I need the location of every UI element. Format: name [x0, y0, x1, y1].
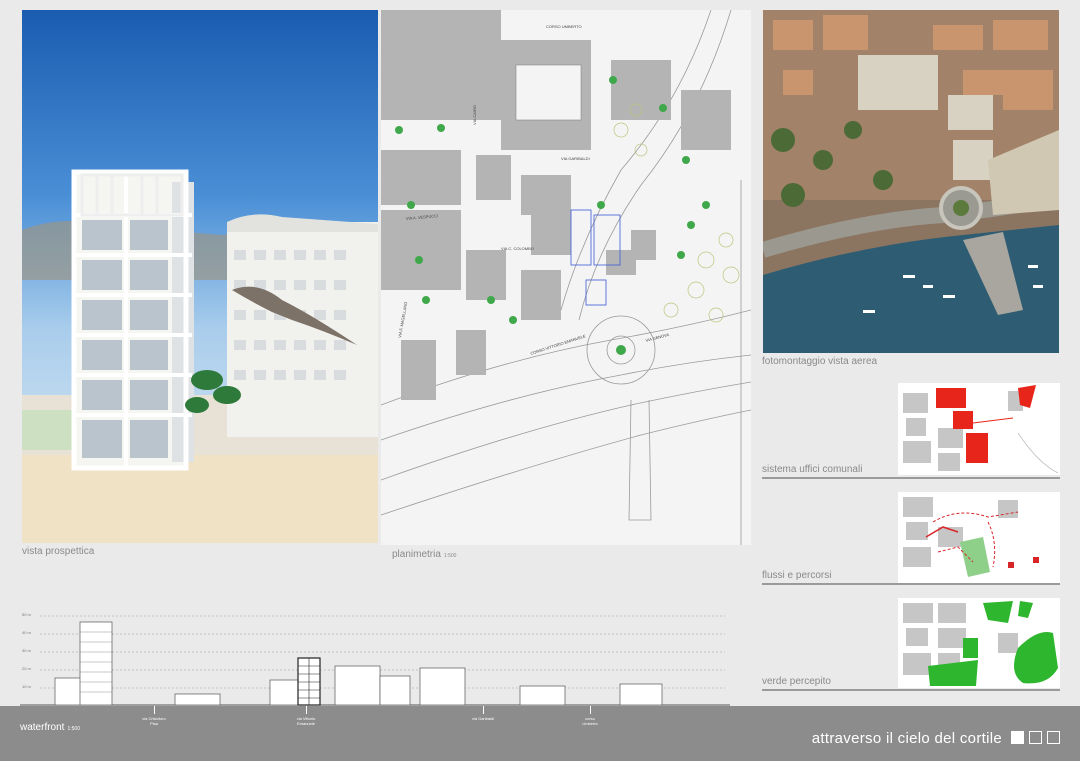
- street-label-2: via Vittorio Emanuele: [296, 716, 316, 726]
- height-label-20: 20 m: [22, 666, 31, 671]
- street-tick-2: [306, 706, 307, 714]
- perspective-image: [22, 10, 378, 543]
- section-caption: waterfront 1:500: [20, 722, 80, 733]
- aerial-photo: [763, 10, 1059, 353]
- height-label-30: 30 m: [22, 648, 31, 653]
- green-caption: verde percepito: [762, 676, 831, 687]
- height-label-40: 40 m: [22, 630, 31, 635]
- street-label-4: corso Umberto: [582, 716, 598, 726]
- section-drawing: [20, 615, 730, 706]
- section-caption-text: waterfront: [20, 722, 65, 733]
- street-label-1: via Cristoforo Pisa: [142, 716, 166, 726]
- flows-divider: [762, 583, 1060, 585]
- street-tick-3: [483, 706, 484, 714]
- perspective-render: [22, 10, 378, 543]
- height-label-10: 10 m: [22, 684, 31, 689]
- project-title: attraverso il cielo del cortile: [811, 730, 1002, 747]
- street-label-3: via Garibaldi: [471, 716, 495, 721]
- offices-map: [898, 383, 1060, 475]
- tower: [71, 169, 194, 471]
- plan-caption-text: planimetria: [392, 549, 441, 560]
- green-map: [898, 598, 1060, 688]
- site-plan-drawing: CORSO UMBERTOVIA GARIBALDIVIA A. VESPUCC…: [381, 10, 751, 545]
- street-tick-4: [590, 706, 591, 714]
- height-label-50: 50 m: [22, 612, 31, 617]
- plan-caption: planimetria 1:500: [392, 549, 456, 560]
- footer-bar: waterfront 1:500 via Cristoforo Pisa via …: [0, 706, 1080, 761]
- page-indicator-1: [1011, 731, 1024, 744]
- flows-diagram: [898, 492, 1060, 584]
- plan-street-label: VIA CAIRO: [472, 105, 477, 125]
- site-plan: CORSO UMBERTO VIA GARIBALDI VIA A. VESPUCC…: [381, 10, 751, 545]
- green-diagram: [898, 598, 1060, 688]
- plan-street-label: CORSO UMBERTO: [546, 24, 582, 29]
- green-divider: [762, 689, 1060, 691]
- waterfront-section: 50 m 40 m 30 m 20 m 10 m: [20, 608, 730, 706]
- offices-diagram: [898, 383, 1060, 475]
- page-indicator-3: [1047, 731, 1060, 744]
- offices-divider: [762, 477, 1060, 479]
- page-indicator-2: [1029, 731, 1042, 744]
- plan-street-label: VIA GARIBALDI: [561, 156, 590, 161]
- section-scale: 1:500: [67, 726, 80, 732]
- offices-caption: sistema uffici comunali: [762, 464, 863, 475]
- perspective-caption: vista prospettica: [22, 546, 95, 557]
- flows-caption: flussi e percorsi: [762, 570, 832, 581]
- plan-scale: 1:500: [443, 553, 457, 559]
- aerial-caption: fotomontaggio vista aerea: [762, 356, 878, 367]
- flows-map: [898, 492, 1060, 584]
- aerial-image: [763, 10, 1059, 353]
- plan-street-label: VIA C. COLOMBO: [501, 246, 534, 251]
- street-tick-1: [154, 706, 155, 714]
